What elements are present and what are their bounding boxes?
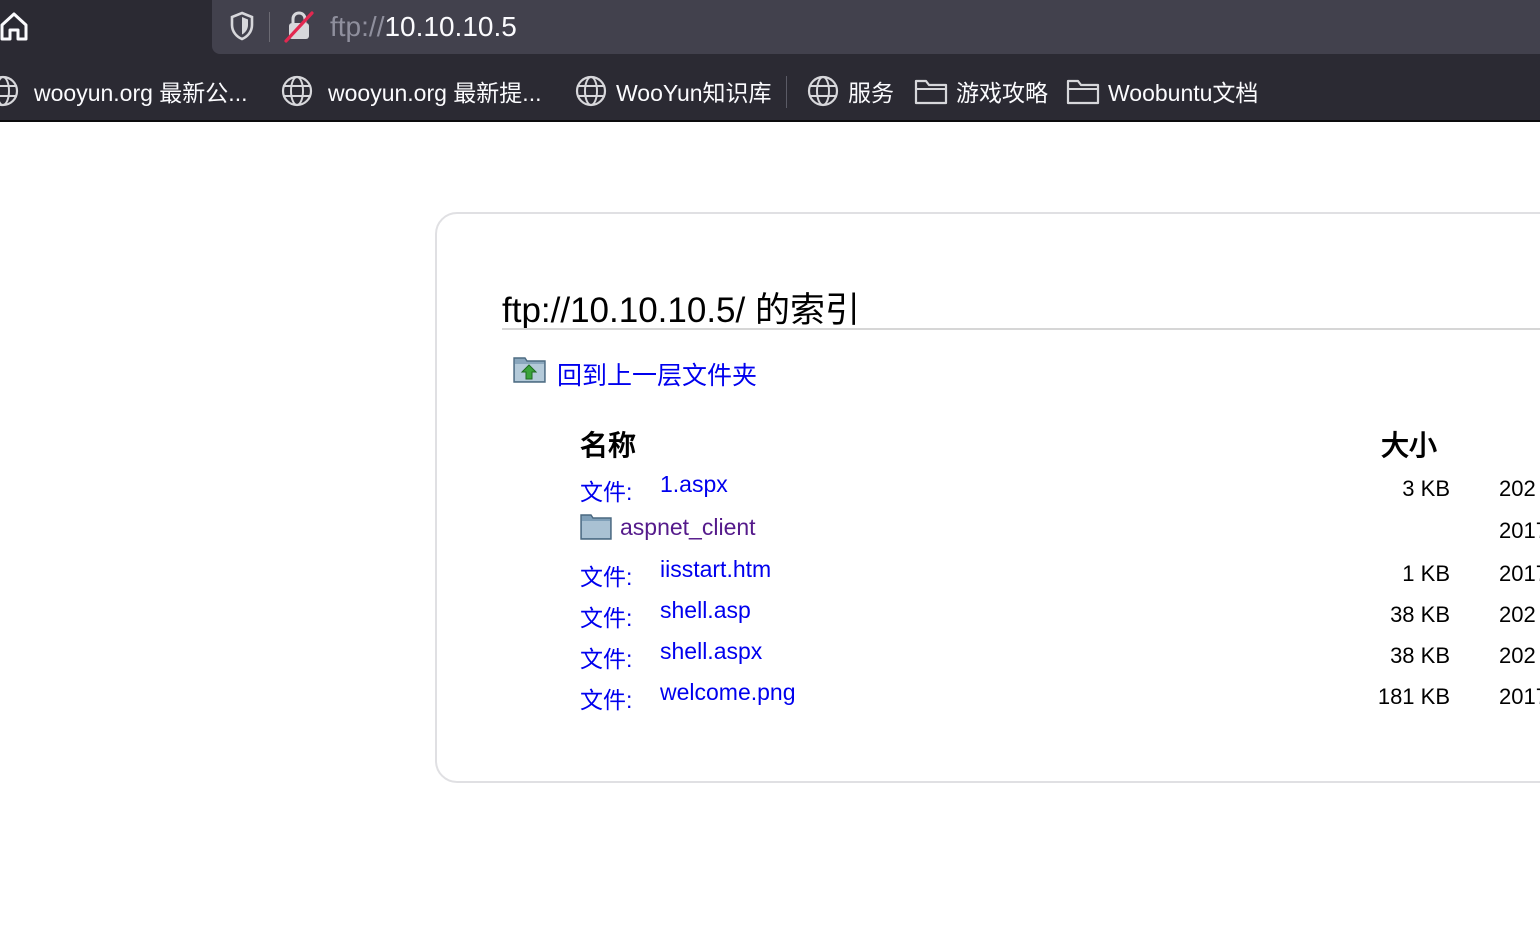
bookmark-wooyun-submit[interactable]: wooyun.org 最新提... <box>280 74 541 108</box>
file-link-shell-asp[interactable]: shell.asp <box>660 597 751 624</box>
bookmark-label: WooYun知识库 <box>616 80 772 106</box>
file-size: 181 KB <box>1377 684 1450 709</box>
bookmark-label: Woobuntu文档 <box>1108 80 1259 106</box>
file-type-label: 文件: <box>580 646 633 672</box>
file-type-label: 文件: <box>580 564 633 590</box>
url-scheme: ftp:// <box>330 11 385 42</box>
url-bar[interactable]: ftp://10.10.10.5 <box>212 0 1540 54</box>
url-divider <box>269 12 270 42</box>
file-size: 1 KB <box>1402 561 1450 586</box>
file-size: 38 KB <box>1390 602 1450 627</box>
home-icon <box>0 12 28 41</box>
tracking-protection-shield-icon[interactable] <box>228 10 256 42</box>
insecure-lock-icon[interactable] <box>282 8 316 44</box>
page-title: ftp://10.10.10.5/ 的索引 <box>502 291 860 330</box>
bookmark-folder-game-guides[interactable]: 游戏攻略 <box>914 74 1048 108</box>
title-divider <box>502 328 1540 330</box>
home-button[interactable] <box>0 6 32 46</box>
folder-up-icon <box>513 357 546 383</box>
directory-link-aspnet-client[interactable]: aspnet_client <box>580 512 756 540</box>
bookmark-label: wooyun.org 最新提... <box>328 80 542 106</box>
bookmark-separator <box>786 76 787 108</box>
folder-icon <box>914 79 948 105</box>
file-link-shell-aspx[interactable]: shell.aspx <box>660 638 762 665</box>
file-size: 3 KB <box>1402 476 1450 501</box>
file-type-label: 文件: <box>580 687 633 713</box>
bookmark-wooyun-knowledge[interactable]: WooYun知识库 <box>574 74 772 108</box>
file-type-label: 文件: <box>580 479 633 505</box>
file-link-welcome-png[interactable]: welcome.png <box>660 679 796 706</box>
bookmark-wooyun-public[interactable]: wooyun.org 最新公... <box>0 74 247 108</box>
file-link-iisstart-htm[interactable]: iisstart.htm <box>660 556 771 583</box>
directory-name: aspnet_client <box>620 514 756 540</box>
url-text[interactable]: ftp://10.10.10.5 <box>330 11 517 43</box>
bookmark-folder-woobuntu-docs[interactable]: Woobuntu文档 <box>1066 74 1258 108</box>
file-size: 38 KB <box>1390 643 1450 668</box>
file-date: 2017 <box>1499 561 1540 586</box>
column-header-size[interactable]: 大小 <box>1381 424 1437 464</box>
file-date: 202 <box>1499 602 1536 627</box>
bookmarks-toolbar: wooyun.org 最新公... wooyun.org 最新提... WooY… <box>0 56 1540 122</box>
folder-icon <box>1066 79 1100 105</box>
bookmark-label: 服务 <box>848 80 894 106</box>
parent-directory-label: 回到上一层文件夹 <box>557 362 758 390</box>
globe-icon <box>281 75 313 107</box>
file-link-1-aspx[interactable]: 1.aspx <box>660 471 728 498</box>
bookmark-label: 游戏攻略 <box>956 80 1048 106</box>
folder-icon <box>580 514 612 540</box>
bookmark-services[interactable]: 服务 <box>806 74 894 108</box>
globe-icon <box>575 75 607 107</box>
globe-icon <box>0 75 19 107</box>
parent-directory-link[interactable]: 回到上一层文件夹 <box>513 354 757 392</box>
url-host: 10.10.10.5 <box>384 11 517 42</box>
bookmark-label: wooyun.org 最新公... <box>34 80 248 106</box>
file-date: 202 <box>1499 476 1536 501</box>
column-header-name[interactable]: 名称 <box>580 424 636 464</box>
file-date: 2017 <box>1499 684 1540 709</box>
file-date: 202 <box>1499 643 1536 668</box>
globe-icon <box>807 75 839 107</box>
browser-toolbar: ftp://10.10.10.5 <box>0 0 1540 56</box>
file-date: 2017 <box>1499 518 1540 543</box>
file-type-label: 文件: <box>580 605 633 631</box>
